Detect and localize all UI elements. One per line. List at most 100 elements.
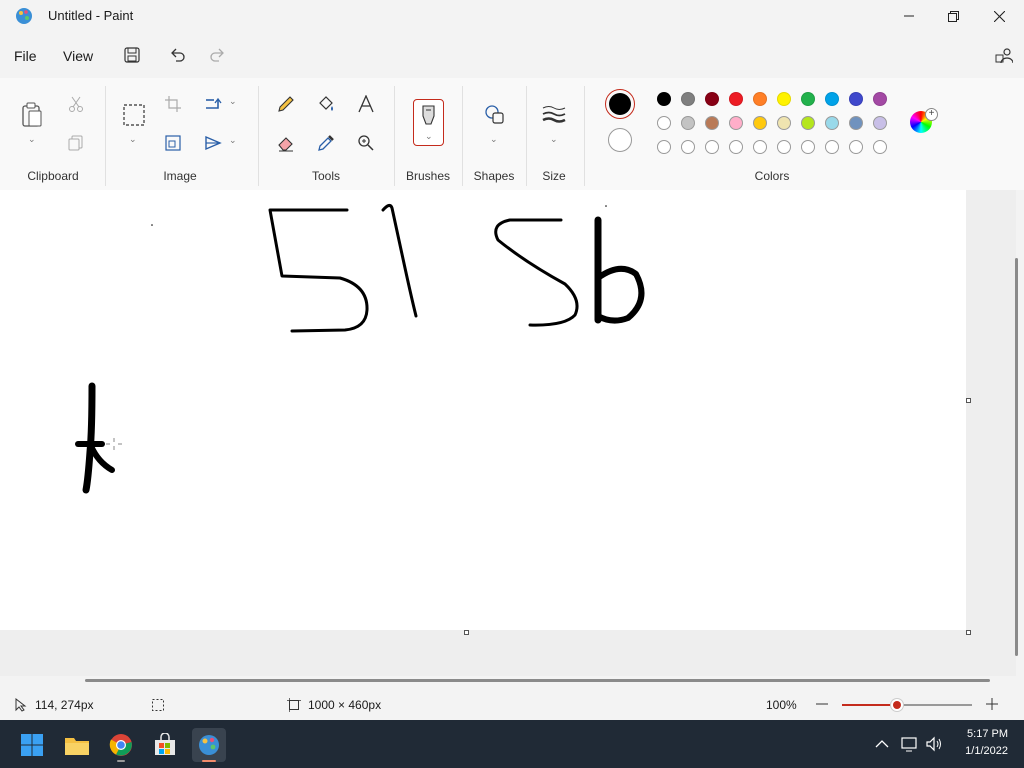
size-button[interactable] [540,100,568,128]
palette-swatch[interactable] [849,116,863,130]
volume-icon[interactable] [925,736,943,752]
palette-swatch[interactable] [873,116,887,130]
drawing-canvas[interactable] [0,190,966,630]
select-button[interactable] [119,100,149,130]
palette-swatch[interactable] [681,116,695,130]
color-picker-button[interactable] [312,129,340,157]
palette-swatch[interactable] [705,116,719,130]
copy-icon [68,135,83,151]
paste-icon [22,102,42,127]
zoom-slider[interactable] [842,699,972,711]
palette-swatch[interactable] [801,92,815,106]
redo-icon [210,48,224,62]
paint-app-icon [16,8,32,24]
palette-swatch[interactable] [777,116,791,130]
palette-swatch[interactable] [681,92,695,106]
account-button[interactable] [991,42,1017,68]
magnifier-button[interactable] [352,129,380,157]
palette-swatch[interactable] [729,116,743,130]
palette-swatch[interactable] [657,92,671,106]
palette-swatch[interactable] [753,92,767,106]
paste-dropdown-chevron-icon[interactable]: ⌄ [28,134,36,145]
palette-swatch[interactable] [825,116,839,130]
edit-colors-button[interactable]: + [910,108,938,135]
save-button[interactable] [119,42,145,68]
taskbar-store[interactable] [148,728,182,762]
canvas-dot [151,224,153,226]
copy-button[interactable] [62,129,90,157]
text-button[interactable] [352,90,380,118]
menu-view[interactable]: View [63,44,93,68]
vertical-scrollbar[interactable] [1015,258,1018,656]
secondary-color-button[interactable] [608,128,632,152]
canvas-resize-handle-corner[interactable] [966,630,971,635]
pencil-button[interactable] [272,90,300,118]
zoom-out-button[interactable] [812,694,832,714]
zoom-in-button[interactable] [982,694,1002,714]
taskbar-file-explorer[interactable] [60,728,94,762]
flip-button[interactable] [199,129,227,157]
save-icon [124,47,140,63]
palette-swatch[interactable] [777,140,791,154]
rotate-button[interactable] [199,90,227,118]
palette-swatch[interactable] [801,140,815,154]
palette-swatch[interactable] [657,116,671,130]
palette-swatch[interactable] [849,92,863,106]
start-button[interactable] [15,728,49,762]
shapes-icon [485,105,504,124]
palette-swatch[interactable] [873,92,887,106]
palette-swatch[interactable] [705,92,719,106]
redo-button[interactable] [204,42,230,68]
paste-button[interactable] [17,100,47,130]
brushes-button[interactable]: ⌄ [413,99,444,146]
cut-button[interactable] [62,90,90,118]
fill-bucket-icon [319,96,333,111]
brushes-dropdown-chevron-icon[interactable]: ⌄ [425,131,433,142]
minimize-button[interactable] [886,0,932,32]
size-dropdown-chevron-icon[interactable]: ⌄ [550,134,558,145]
zoom-slider-thumb[interactable] [890,699,903,711]
palette-swatch[interactable] [825,92,839,106]
palette-swatch[interactable] [657,140,671,154]
palette-swatch[interactable] [849,140,863,154]
palette-swatch[interactable] [705,140,719,154]
palette-swatch[interactable] [681,140,695,154]
palette-swatch[interactable] [777,92,791,106]
group-label-brushes: Brushes [405,169,451,183]
shapes-button[interactable] [480,100,508,128]
shapes-dropdown-chevron-icon[interactable]: ⌄ [490,134,498,145]
eraser-button[interactable] [272,129,300,157]
select-dropdown-chevron-icon[interactable]: ⌄ [129,134,137,145]
flip-dropdown-chevron-icon[interactable]: ⌄ [229,135,237,146]
menu-file[interactable]: File [14,44,37,68]
palette-swatch[interactable] [825,140,839,154]
taskbar-chrome[interactable] [104,728,138,762]
restore-button[interactable] [930,0,976,32]
show-hidden-icons-chevron-icon[interactable] [875,738,889,750]
crop-button[interactable] [159,90,187,118]
resize-button[interactable] [159,129,187,157]
palette-swatch[interactable] [873,140,887,154]
minimize-icon [904,15,914,17]
network-icon[interactable] [901,736,919,752]
rotate-dropdown-chevron-icon[interactable]: ⌄ [229,96,237,107]
palette-swatch[interactable] [729,140,743,154]
close-button[interactable] [976,0,1022,32]
canvas-resize-handle-right[interactable] [966,398,971,403]
ribbon-separator [526,86,527,186]
palette-swatch[interactable] [753,116,767,130]
canvas-resize-handle-bottom[interactable] [464,630,469,635]
palette-swatch[interactable] [801,116,815,130]
horizontal-scrollbar[interactable] [85,679,990,682]
palette-swatch[interactable] [729,92,743,106]
clock-date[interactable]: 1/1/2022 [950,745,1008,757]
fill-button[interactable] [312,90,340,118]
primary-color-button[interactable] [605,89,635,119]
window-title: Untitled - Paint [48,8,134,23]
taskbar-paint[interactable] [192,728,226,762]
zoom-level[interactable]: 100% [766,698,797,712]
crosshair-cursor-icon [106,438,122,450]
palette-swatch[interactable] [753,140,767,154]
clock-time[interactable]: 5:17 PM [950,728,1008,740]
undo-button[interactable] [165,42,191,68]
